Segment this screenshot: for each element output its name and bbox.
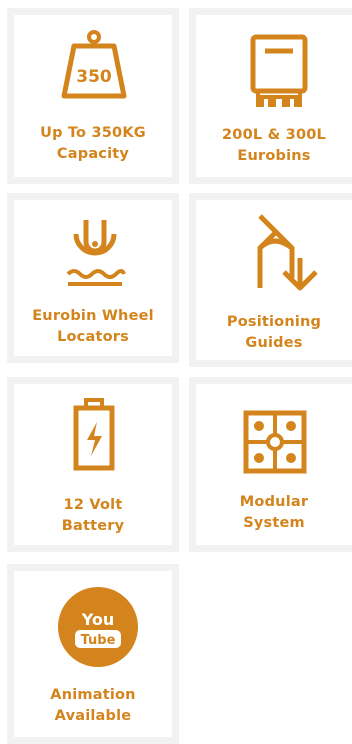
- feature-tile-battery: 12 Volt Battery: [7, 377, 179, 552]
- feature-label: 200L & 300L Eurobins: [196, 125, 352, 167]
- youtube-icon-top-text: You: [81, 610, 115, 629]
- feature-tile-animation[interactable]: You Tube Animation Available: [7, 564, 179, 744]
- feature-tile-eurobins: 200L & 300L Eurobins: [189, 8, 352, 184]
- feature-label-line1: Eurobin Wheel: [32, 308, 154, 324]
- battery-icon: [73, 398, 115, 471]
- feature-label-line1: 12 Volt: [63, 497, 123, 513]
- feature-label-line1: Up To 350KG: [40, 125, 146, 141]
- feature-label: Up To 350KG Capacity: [14, 123, 172, 165]
- feature-label-line2: Available: [54, 708, 132, 724]
- feature-label-line2: Battery: [61, 518, 125, 534]
- feature-label-line2: Eurobins: [237, 148, 311, 164]
- feature-label: Modular System: [196, 492, 352, 534]
- puzzle-icon: [243, 410, 307, 474]
- feature-tile-wheel-locators: Eurobin Wheel Locators: [7, 193, 179, 363]
- youtube-icon-bottom-text: Tube: [81, 633, 116, 648]
- eurobin-icon: [250, 34, 308, 107]
- feature-label: Positioning Guides: [196, 312, 352, 354]
- feature-label-line1: Positioning: [226, 314, 322, 330]
- youtube-icon[interactable]: You Tube: [58, 587, 138, 667]
- weight-icon: 350: [61, 30, 127, 99]
- feature-label-line1: 200L & 300L: [222, 127, 326, 143]
- feature-label-line1: Modular: [239, 494, 309, 510]
- wheel-locator-icon: [66, 220, 126, 286]
- weight-icon-text: 350: [76, 67, 112, 87]
- feature-label-line2: Locators: [57, 329, 129, 345]
- feature-label: Animation Available: [14, 685, 172, 727]
- feature-label-line2: Guides: [245, 335, 303, 351]
- feature-label-line2: Capacity: [56, 146, 130, 162]
- feature-label-line1: Animation: [50, 687, 136, 703]
- feature-label: 12 Volt Battery: [14, 495, 172, 537]
- feature-label-line2: System: [243, 515, 305, 531]
- positioning-arrow-icon: [257, 214, 318, 291]
- feature-tile-positioning-guides: Positioning Guides: [189, 193, 352, 367]
- feature-label: Eurobin Wheel Locators: [14, 306, 172, 348]
- feature-tile-modular: Modular System: [189, 377, 352, 552]
- feature-tile-capacity: 350 Up To 350KG Capacity: [7, 8, 179, 184]
